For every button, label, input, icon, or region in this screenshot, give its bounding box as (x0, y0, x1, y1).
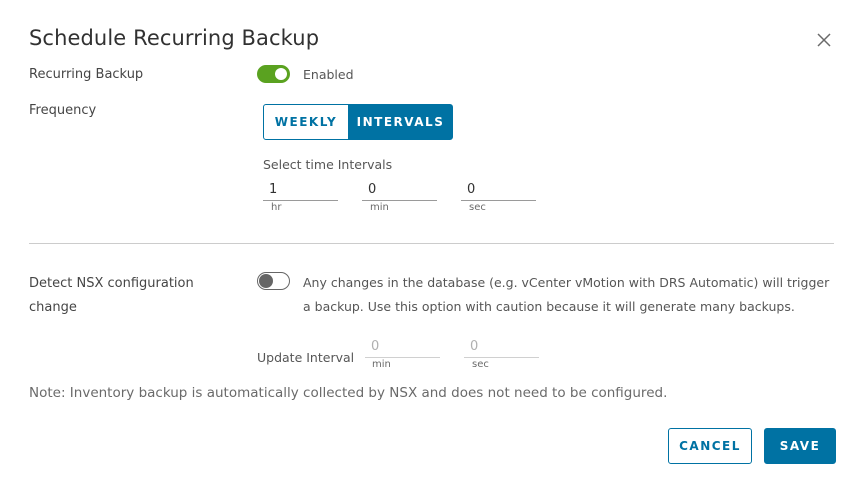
hours-input[interactable] (263, 179, 338, 201)
detect-change-label-line1: Detect NSX configuration (29, 276, 194, 291)
frequency-label: Frequency (29, 103, 97, 118)
recurring-backup-label: Recurring Backup (29, 67, 144, 82)
detect-change-label: Detect NSX configuration change (29, 272, 194, 320)
update-seconds-input[interactable] (464, 336, 539, 358)
frequency-weekly-button[interactable]: WEEKLY (263, 104, 349, 140)
select-intervals-label: Select time Intervals (263, 157, 393, 172)
seconds-unit: sec (469, 202, 486, 213)
save-button[interactable]: SAVE (764, 428, 836, 464)
seconds-input[interactable] (461, 179, 536, 201)
section-divider (29, 243, 834, 244)
minutes-unit: min (370, 202, 389, 213)
detect-change-label-line2: change (29, 300, 77, 315)
detect-change-description: Any changes in the database (e.g. vCente… (303, 275, 830, 314)
inventory-note: Note: Inventory backup is automatically … (29, 385, 668, 401)
toggle-knob (275, 68, 287, 80)
update-minutes-input[interactable] (365, 336, 440, 358)
close-icon[interactable] (815, 31, 833, 49)
detect-change-toggle[interactable] (257, 272, 290, 290)
recurring-backup-toggle[interactable] (257, 65, 290, 83)
frequency-intervals-button[interactable]: INTERVALS (348, 104, 453, 140)
dialog-title: Schedule Recurring Backup (29, 26, 320, 50)
update-seconds-unit: sec (472, 359, 489, 370)
hours-unit: hr (271, 202, 282, 213)
minutes-input[interactable] (362, 179, 437, 201)
toggle-knob (259, 274, 273, 288)
recurring-backup-status: Enabled (303, 67, 354, 82)
cancel-button[interactable]: CANCEL (668, 428, 752, 464)
update-interval-label: Update Interval (257, 350, 355, 365)
update-minutes-unit: min (372, 359, 391, 370)
